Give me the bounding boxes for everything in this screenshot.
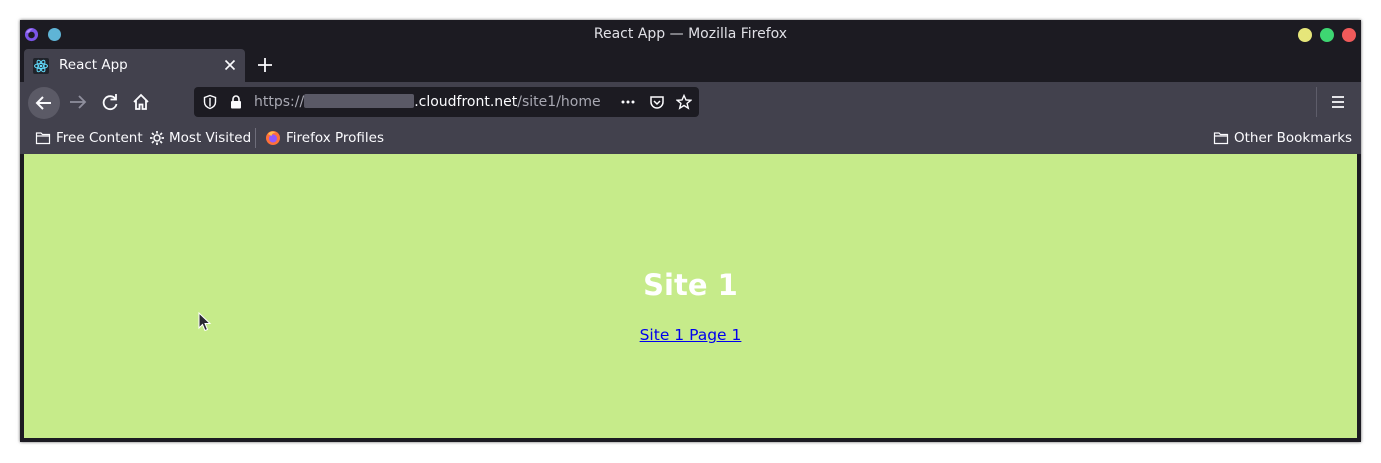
mouse-cursor-icon <box>198 312 212 332</box>
window-title: React App — Mozilla Firefox <box>593 26 788 42</box>
hamburger-menu-icon[interactable] <box>1329 93 1347 111</box>
bookmark-firefox-profiles[interactable]: Firefox Profiles <box>265 122 385 154</box>
bookmark-other-bookmarks[interactable]: Other Bookmarks <box>1213 122 1352 154</box>
folder-icon <box>1213 132 1229 145</box>
url-text[interactable]: https:// .cloudfront.net/site1/home <box>254 87 601 117</box>
page-heading: Site 1 <box>643 268 738 302</box>
url-redacted-region <box>304 94 415 108</box>
bookmark-label: Firefox Profiles <box>286 130 384 146</box>
folder-icon <box>35 132 51 145</box>
page-actions-icon[interactable] <box>620 94 636 110</box>
home-icon[interactable] <box>127 88 155 116</box>
close-tab-icon[interactable] <box>222 57 238 73</box>
url-scheme: https:// <box>254 94 305 110</box>
shield-icon[interactable] <box>202 94 218 110</box>
lock-icon[interactable] <box>228 94 244 110</box>
navigation-toolbar: https:// .cloudfront.net/site1/home <box>20 82 1361 122</box>
browser-window: React App — Mozilla Firefox React App ht… <box>20 20 1361 442</box>
tab-title: React App <box>59 57 128 73</box>
bookmark-free-content[interactable]: Free Content <box>35 122 155 154</box>
address-bar[interactable]: https:// .cloudfront.net/site1/home <box>194 87 699 117</box>
toolbar-divider <box>1316 87 1317 117</box>
react-icon <box>33 58 49 74</box>
close-window-button[interactable] <box>1342 28 1356 42</box>
forward-icon[interactable] <box>64 88 92 116</box>
back-arrow-icon <box>35 96 51 110</box>
bookmark-label: Other Bookmarks <box>1234 130 1353 146</box>
bookmark-most-visited[interactable]: Most Visited <box>149 122 252 154</box>
maximize-button[interactable] <box>1320 28 1334 42</box>
url-path: /site1/home <box>517 94 601 110</box>
gear-icon <box>150 131 164 145</box>
page-link-container: Site 1 Page 1 <box>24 326 1357 344</box>
tab-strip: React App <box>20 49 1361 82</box>
url-host: .cloudfront.net <box>414 94 518 110</box>
bookmarks-separator <box>255 128 256 148</box>
bookmark-label: Free Content <box>56 130 143 146</box>
page-content: Site 1 Site 1 Page 1 <box>24 154 1357 438</box>
bookmark-star-icon[interactable] <box>676 94 692 110</box>
tab-react-app[interactable]: React App <box>24 49 245 82</box>
title-bar: React App — Mozilla Firefox <box>20 20 1361 49</box>
new-tab-icon[interactable] <box>256 56 274 74</box>
bookmarks-toolbar: Free Content Most Visited Firefox Profil… <box>20 122 1361 154</box>
reload-icon[interactable] <box>96 88 124 116</box>
bookmark-label: Most Visited <box>169 130 252 146</box>
back-button[interactable] <box>28 87 60 119</box>
minimize-button[interactable] <box>1298 28 1312 42</box>
pocket-icon[interactable] <box>649 94 665 110</box>
firefox-icon <box>266 131 280 145</box>
site1-page1-link[interactable]: Site 1 Page 1 <box>640 326 742 344</box>
